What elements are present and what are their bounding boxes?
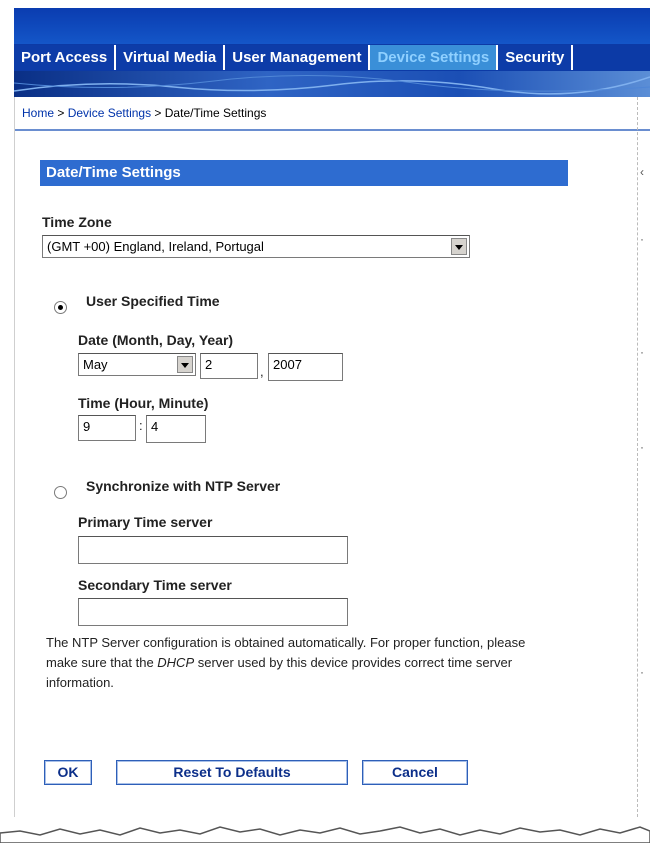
time-separator-colon: : (139, 418, 143, 433)
tab-security[interactable]: Security (498, 45, 574, 70)
tab-device-settings[interactable]: Device Settings (370, 45, 499, 70)
primary-time-server-label: Primary Time server (78, 514, 213, 530)
banner-graphic (14, 74, 650, 95)
clipped-edge-mark: · (640, 345, 644, 359)
day-input[interactable]: 2 (200, 353, 258, 379)
ok-button[interactable]: OK (44, 760, 92, 785)
chevron-down-icon[interactable] (451, 238, 467, 255)
breadcrumb: Home > Device Settings > Date/Time Setti… (14, 97, 650, 131)
hour-input[interactable]: 9 (78, 415, 136, 441)
secondary-time-server-input[interactable] (78, 598, 348, 626)
breadcrumb-home-link[interactable]: Home (22, 106, 54, 120)
content-right-border (637, 97, 638, 817)
date-separator-comma: , (260, 364, 264, 379)
breadcrumb-current: Date/Time Settings (164, 106, 267, 120)
tab-port-access[interactable]: Port Access (14, 45, 117, 70)
timezone-select[interactable]: (GMT +00) England, Ireland, Portugal (42, 235, 470, 258)
user-specified-time-label: User Specified Time (86, 293, 220, 309)
clipped-edge-mark: ‹ (640, 165, 644, 179)
month-select[interactable]: May (78, 353, 196, 376)
chevron-down-icon[interactable] (177, 356, 193, 373)
content-left-border (14, 97, 15, 817)
year-input[interactable]: 2007 (268, 353, 343, 381)
primary-time-server-input[interactable] (78, 536, 348, 564)
clipped-edge-mark: · (640, 232, 644, 246)
breadcrumb-separator: > (151, 106, 165, 120)
time-label: Time (Hour, Minute) (78, 395, 209, 411)
breadcrumb-device-settings-link[interactable]: Device Settings (68, 106, 151, 120)
tab-virtual-media[interactable]: Virtual Media (116, 45, 226, 70)
secondary-time-server-label: Secondary Time server (78, 577, 232, 593)
timezone-selected-value: (GMT +00) England, Ireland, Portugal (47, 239, 264, 254)
main-tab-bar: Port Access Virtual Media User Managemen… (14, 44, 650, 71)
date-label: Date (Month, Day, Year) (78, 332, 234, 348)
breadcrumb-separator: > (54, 106, 68, 120)
clipped-edge-mark: · (640, 665, 644, 679)
ntp-sync-label: Synchronize with NTP Server (86, 478, 281, 494)
user-specified-time-radio[interactable] (54, 301, 67, 314)
reset-to-defaults-button[interactable]: Reset To Defaults (116, 760, 348, 785)
clipped-edge-mark: · (640, 440, 644, 454)
ntp-sync-radio[interactable] (54, 486, 67, 499)
cancel-button[interactable]: Cancel (362, 760, 468, 785)
screenshot: Port Access Virtual Media User Managemen… (0, 0, 650, 843)
decorative-banner (14, 71, 650, 97)
month-selected-value: May (83, 357, 108, 372)
panel-title: Date/Time Settings (40, 160, 568, 186)
timezone-label: Time Zone (42, 214, 112, 230)
top-header-bar (14, 8, 650, 44)
ntp-note-dhcp: DHCP (157, 655, 195, 670)
minute-input[interactable]: 4 (146, 415, 206, 443)
torn-page-edge (0, 826, 650, 843)
ntp-info-note: The NTP Server configuration is obtained… (46, 633, 546, 693)
tab-user-management[interactable]: User Management (225, 45, 371, 70)
